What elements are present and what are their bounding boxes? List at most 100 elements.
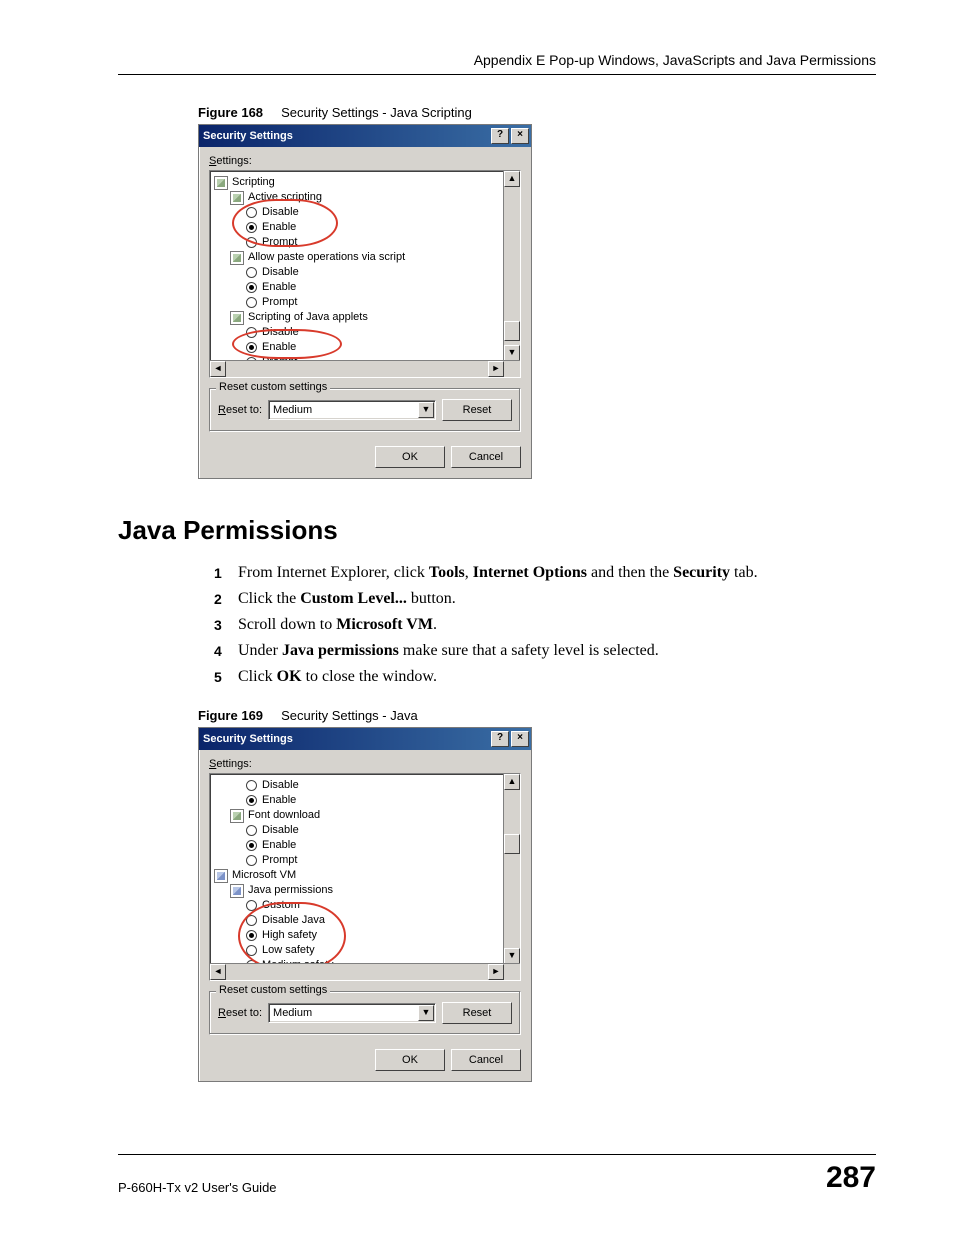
cancel-button[interactable]: Cancel [451,1049,521,1071]
section-heading-java-permissions: Java Permissions [118,515,876,546]
figure-title: Security Settings - Java [281,708,418,723]
radio-custom[interactable] [246,900,257,911]
step-3: Scroll down to Microsoft VM. [214,612,876,638]
page-number: 287 [826,1161,876,1195]
radio-disable[interactable] [246,207,257,218]
ok-button[interactable]: OK [375,1049,445,1071]
microsoft-vm-category: Microsoft VM [232,868,296,883]
option-enable: Enable [262,280,296,295]
radio-prompt[interactable] [246,237,257,248]
steps-list: From Internet Explorer, click Tools, Int… [214,560,876,690]
font-download-icon [230,809,244,823]
footer-rule [118,1154,876,1155]
scripting-category: Scripting [232,175,275,190]
radio-low-safety[interactable] [246,945,257,956]
dialog-title: Security Settings [203,733,489,745]
scripting-icon [214,176,228,190]
option-enable: Enable [262,220,296,235]
titlebar: Security Settings ? × [199,728,531,750]
security-settings-dialog-java: Security Settings ? × Settings: Disable … [198,727,532,1082]
scroll-up-button[interactable]: ▲ [504,171,520,187]
close-button[interactable]: × [511,128,529,144]
page-footer: P-660H-Tx v2 User's Guide 287 [118,1154,876,1195]
java-permissions-category: Java permissions [248,883,333,898]
combo-dropdown-button[interactable]: ▼ [418,402,434,418]
step-1: From Internet Explorer, click Tools, Int… [214,560,876,586]
help-button[interactable]: ? [491,128,509,144]
radio-disable[interactable] [246,327,257,338]
scroll-down-button[interactable]: ▼ [504,345,520,361]
reset-group-title: Reset custom settings [216,984,330,996]
step-5: Click OK to close the window. [214,664,876,690]
vertical-scrollbar[interactable]: ▲ ▼ [503,171,520,361]
active-scripting-icon [230,191,244,205]
step-2: Click the Custom Level... button. [214,586,876,612]
allow-paste-icon [230,251,244,265]
close-button[interactable]: × [511,731,529,747]
reset-group-title: Reset custom settings [216,381,330,393]
option-disable: Disable [262,823,299,838]
radio-prompt[interactable] [246,855,257,866]
radio-enable[interactable] [246,840,257,851]
option-disable: Disable [262,205,299,220]
option-prompt: Prompt [262,853,297,868]
help-button[interactable]: ? [491,731,509,747]
scroll-left-button[interactable]: ◄ [210,964,226,980]
option-disable: Disable [262,265,299,280]
radio-prompt[interactable] [246,297,257,308]
scroll-right-button[interactable]: ► [488,361,504,377]
radio-disable[interactable] [246,780,257,791]
radio-enable[interactable] [246,222,257,233]
option-custom: Custom [262,898,300,913]
scroll-corner [504,361,520,377]
reset-level-combo[interactable]: Medium ▼ [268,1003,436,1023]
header-rule [118,74,876,75]
figure-169-caption: Figure 169 Security Settings - Java [198,708,876,723]
scroll-down-button[interactable]: ▼ [504,948,520,964]
reset-button[interactable]: Reset [442,399,512,421]
option-prompt: Prompt [262,235,297,250]
radio-disable[interactable] [246,825,257,836]
option-low-safety: Low safety [262,943,315,958]
allow-paste-category: Allow paste operations via script [248,250,405,265]
reset-groupbox: Reset custom settings Reset to: Medium ▼… [209,991,521,1035]
titlebar: Security Settings ? × [199,125,531,147]
figure-168-caption: Figure 168 Security Settings - Java Scri… [198,105,876,120]
option-enable: Enable [262,838,296,853]
security-settings-dialog-scripting: Security Settings ? × Settings: Scriptin… [198,124,532,479]
java-permissions-icon [230,884,244,898]
cancel-button[interactable]: Cancel [451,446,521,468]
horizontal-scrollbar[interactable]: ◄ ► [210,360,520,377]
figure-number: Figure 169 [198,708,263,723]
radio-enable[interactable] [246,795,257,806]
option-disable: Disable [262,778,299,793]
scroll-left-button[interactable]: ◄ [210,361,226,377]
reset-button[interactable]: Reset [442,1002,512,1024]
scroll-right-button[interactable]: ► [488,964,504,980]
scroll-up-button[interactable]: ▲ [504,774,520,790]
combo-dropdown-button[interactable]: ▼ [418,1005,434,1021]
reset-to-label: Reset to: [218,1007,262,1019]
reset-to-label: Reset to: [218,404,262,416]
font-download-category: Font download [248,808,320,823]
scroll-thumb[interactable] [504,321,520,341]
dialog-title: Security Settings [203,130,489,142]
figure-number: Figure 168 [198,105,263,120]
settings-tree[interactable]: Disable Enable Font download Disable Ena… [209,773,521,981]
option-disable: Disable [262,325,299,340]
radio-high-safety[interactable] [246,930,257,941]
radio-enable[interactable] [246,282,257,293]
radio-enable[interactable] [246,342,257,353]
vertical-scrollbar[interactable]: ▲ ▼ [503,774,520,964]
scroll-thumb[interactable] [504,834,520,854]
reset-level-combo[interactable]: Medium ▼ [268,400,436,420]
ok-button[interactable]: OK [375,446,445,468]
script-java-icon [230,311,244,325]
reset-level-value: Medium [273,1007,312,1019]
option-high-safety: High safety [262,928,317,943]
active-scripting-category: Active scripting [248,190,322,205]
radio-disable-java[interactable] [246,915,257,926]
settings-tree[interactable]: Scripting Active scripting Disable Enabl… [209,170,521,378]
radio-disable[interactable] [246,267,257,278]
horizontal-scrollbar[interactable]: ◄ ► [210,963,520,980]
